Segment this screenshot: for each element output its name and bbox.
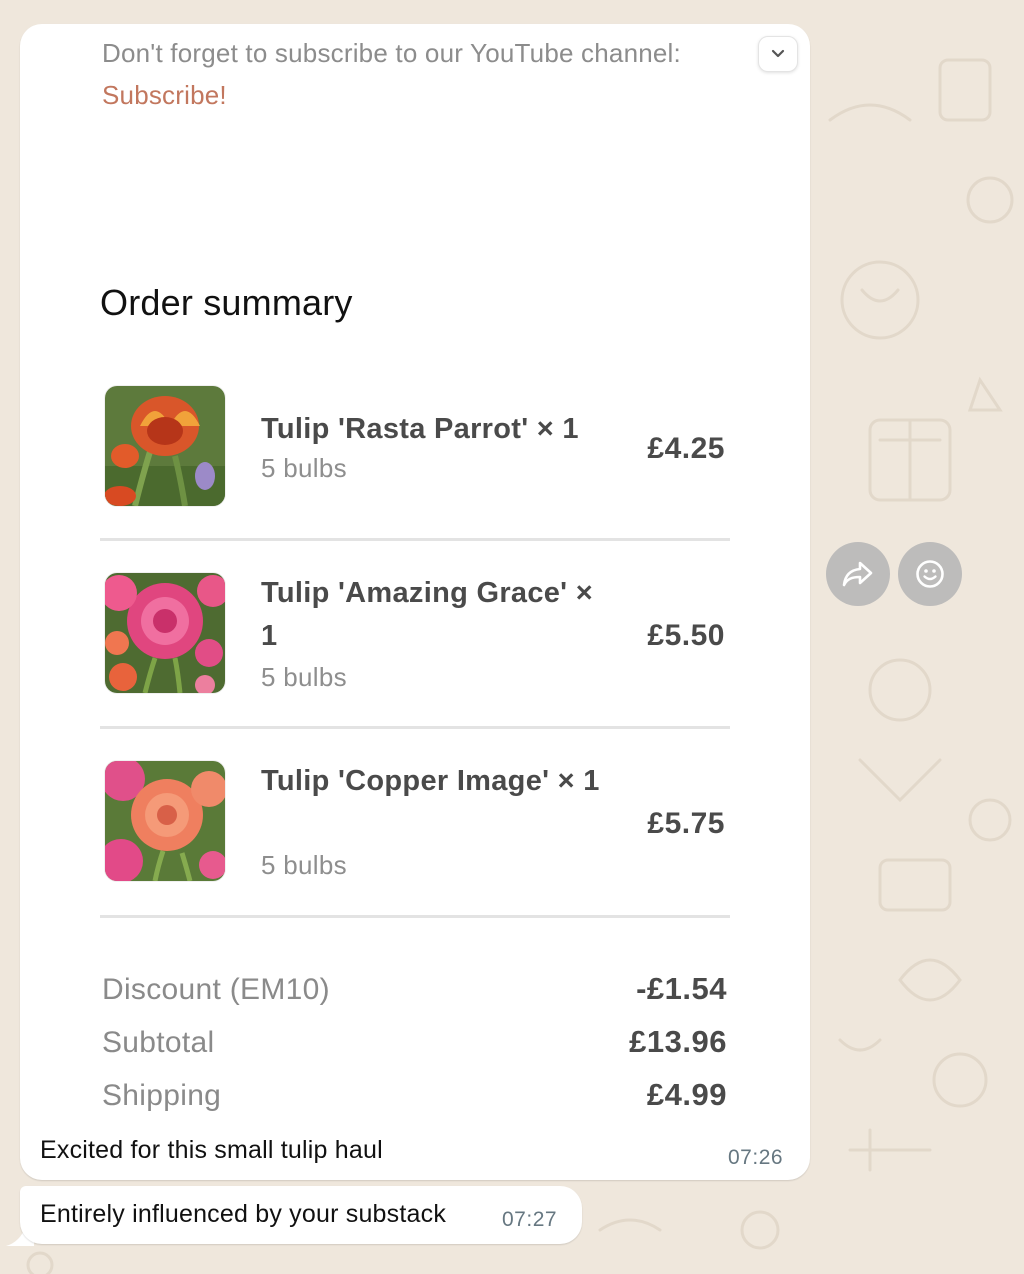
shipping-row: Shipping £4.99 (102, 1077, 727, 1119)
link-preview-text: Don't forget to subscribe to our YouTube… (102, 32, 702, 116)
discount-label: Discount (EM10) (102, 973, 330, 1006)
forward-button[interactable] (826, 542, 890, 606)
message-bubble-text[interactable]: Entirely influenced by your substack 07:… (20, 1186, 582, 1244)
item-price: £5.50 (647, 619, 725, 652)
tulip-photo-copper-image-icon (105, 761, 225, 881)
discount-row: Discount (EM10) -£1.54 (102, 971, 727, 1013)
order-item: Tulip 'Amazing Grace' × 1 5 bulbs £5.50 (100, 572, 730, 696)
item-detail: 5 bulbs (261, 662, 347, 692)
discount-value: -£1.54 (636, 971, 727, 1006)
order-item: Tulip 'Rasta Parrot' × 1 5 bulbs £4.25 (100, 386, 730, 508)
shipping-value: £4.99 (646, 1077, 727, 1112)
subtotal-value: £13.96 (629, 1024, 727, 1059)
chevron-down-icon (771, 49, 785, 58)
order-summary-title: Order summary (100, 282, 353, 323)
item-price: £4.25 (647, 432, 725, 465)
item-detail: 5 bulbs (261, 453, 347, 483)
message-time: 07:27 (502, 1208, 558, 1231)
subtotal-row: Subtotal £13.96 (102, 1024, 727, 1066)
divider (100, 915, 730, 918)
order-item: Tulip 'Copper Image' × 1 5 bulbs £5.75 (100, 760, 730, 884)
message-text: Entirely influenced by your substack (40, 1200, 447, 1228)
subscribe-link[interactable]: Subscribe! (102, 80, 227, 110)
divider (100, 538, 730, 541)
item-name: Tulip 'Rasta Parrot' × 1 (261, 413, 579, 445)
divider (100, 726, 730, 729)
smiley-icon (916, 560, 944, 588)
message-time: 07:26 (728, 1146, 784, 1169)
item-name: Tulip 'Amazing Grace' × 1 (261, 577, 593, 652)
preview-text: Don't forget to subscribe to our YouTube… (102, 38, 681, 68)
item-detail: 5 bulbs (261, 850, 347, 880)
item-name: Tulip 'Copper Image' × 1 (261, 765, 600, 797)
forward-arrow-icon (842, 561, 873, 587)
subtotal-label: Subtotal (102, 1026, 215, 1059)
tulip-photo-amazing-grace-icon (105, 573, 225, 693)
shipping-label: Shipping (102, 1079, 222, 1112)
tulip-photo-rasta-parrot-icon (105, 386, 225, 506)
message-menu-button[interactable] (758, 36, 798, 72)
react-button[interactable] (898, 542, 962, 606)
message-caption: Excited for this small tulip haul (40, 1136, 383, 1164)
item-price: £5.75 (647, 807, 725, 840)
